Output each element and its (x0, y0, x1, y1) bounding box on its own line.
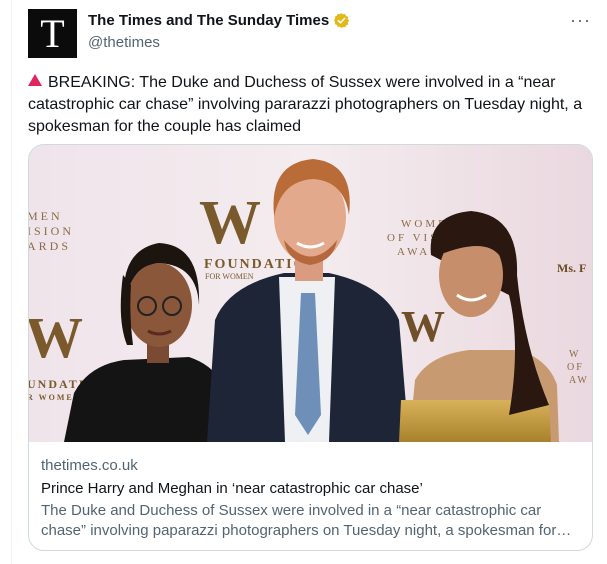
author-name-row: The Times and The Sunday Times (88, 12, 350, 29)
card-meta: thetimes.co.uk Prince Harry and Meghan i… (41, 456, 580, 541)
card-photo: MEN ISION ARDS W FOUNDATION FOR WOMEN WOME… (29, 145, 592, 442)
tweet[interactable]: T The Times and The Sunday Times @thetim… (0, 0, 607, 564)
tweet-body: BREAKING: The Duke and Duchess of Sussex… (28, 74, 583, 135)
verified-badge-icon[interactable] (333, 12, 350, 29)
backdrop-text-center-sub: FOR WOMEN (205, 272, 254, 281)
handle[interactable]: @thetimes (88, 34, 160, 51)
timeline-divider (11, 0, 12, 564)
display-name[interactable]: The Times and The Sunday Times (88, 12, 329, 29)
tweet-text: BREAKING: The Duke and Duchess of Sussex… (28, 72, 588, 138)
link-card[interactable]: MEN ISION ARDS W FOUNDATION FOR WOMEN WOME… (28, 144, 593, 551)
card-domain: thetimes.co.uk (41, 457, 138, 474)
red-triangle-icon (28, 74, 42, 86)
avatar-letter: T (40, 10, 65, 56)
avatar[interactable]: T (28, 9, 77, 58)
svg-text:W: W (401, 302, 445, 351)
card-title[interactable]: Prince Harry and Meghan in ‘near catastr… (41, 479, 580, 499)
svg-text:W: W (29, 305, 83, 370)
card-description: The Duke and Duchess of Sussex were invo… (41, 502, 572, 539)
more-options-icon[interactable]: ··· (570, 10, 591, 31)
backdrop-text-far-right: Ms. F (557, 261, 586, 275)
svg-text:W: W (199, 189, 261, 257)
